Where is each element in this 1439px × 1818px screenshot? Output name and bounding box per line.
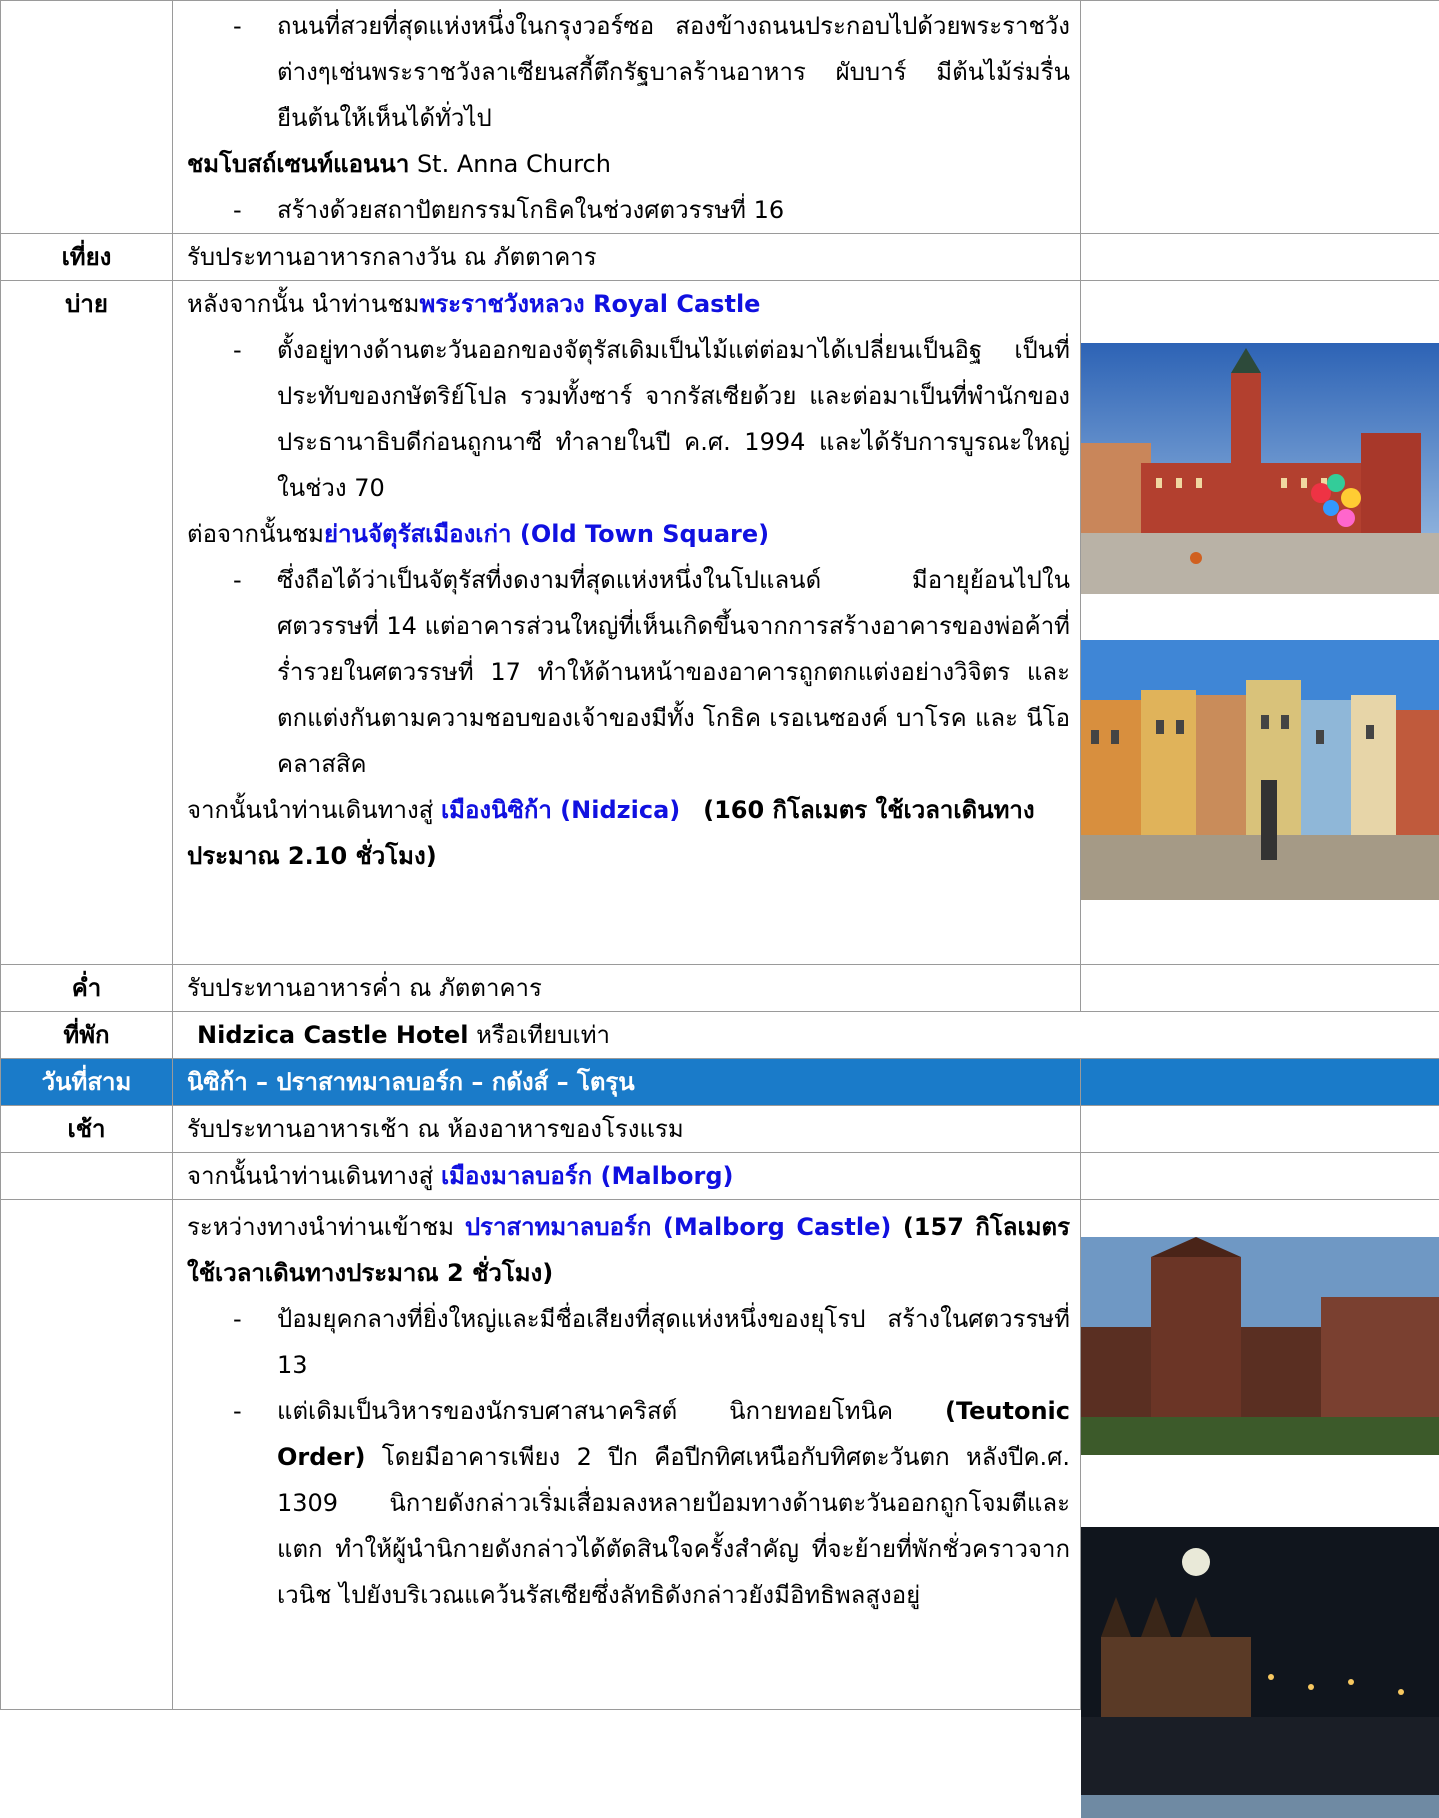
list-item: - ถนนที่สวยที่สุดแห่งหนึ่งในกรุงวอร์ซอ สอ…	[233, 12, 1070, 132]
day-route: นิซิก้า – ปราสาทมาลบอร์ก – กดังส์ – โตรุ…	[172, 1058, 1081, 1106]
content-cell: Nidzica Castle Hotel หรือเทียบเท่า	[172, 1011, 1439, 1059]
day-header-row: วันที่สาม นิซิก้า – ปราสาทมาลบอร์ก – กดั…	[0, 1058, 1439, 1106]
header-blank-cell	[1080, 1058, 1439, 1106]
royal-castle-photo	[1081, 343, 1439, 594]
image-cell	[1080, 233, 1439, 281]
content-cell: - ถนนที่สวยที่สุดแห่งหนึ่งในกรุงวอร์ซอ สอ…	[172, 0, 1081, 234]
list-item: - สร้างด้วยสถาปัตยกรรมโกธิคในช่วงศตวรรษที…	[233, 196, 785, 224]
table-row: ค่ำ รับประทานอาหารค่ำ ณ ภัตตาคาร	[0, 964, 1439, 1012]
content-cell: จากนั้นนำท่านเดินทางสู่ เมืองมาลบอร์ก (M…	[172, 1152, 1081, 1200]
day-label: วันที่สาม	[0, 1058, 173, 1106]
malbork-castle-day-photo	[1081, 1237, 1439, 1455]
travel-line: จากนั้นนำท่านเดินทางสู่ เมืองนิซิก้า (Ni…	[187, 796, 1035, 870]
attraction-line: ชมโบสถ์เซนท์แอนนา St. Anna Church	[187, 150, 611, 178]
list-item: - ตั้งอยู่ทางด้านตะวันออกของจัตุรัสเดิมเป…	[233, 336, 1070, 502]
content-cell: รับประทานอาหารค่ำ ณ ภัตตาคาร	[172, 964, 1081, 1012]
content-cell: หลังจากนั้น นำท่านชมพระราชวังหลวง Royal …	[172, 280, 1081, 965]
image-cell	[1080, 1105, 1439, 1153]
attraction-line: หลังจากนั้น นำท่านชมพระราชวังหลวง Royal …	[187, 290, 761, 318]
time-cell: เช้า	[0, 1105, 173, 1153]
content-cell: รับประทานอาหารเช้า ณ ห้องอาหารของโรงแรม	[172, 1105, 1081, 1153]
itinerary-page: - ถนนที่สวยที่สุดแห่งหนึ่งในกรุงวอร์ซอ สอ…	[0, 0, 1439, 1818]
image-cell	[1080, 0, 1439, 234]
time-cell: ค่ำ	[0, 964, 173, 1012]
old-town-square-photo	[1081, 640, 1439, 900]
table-row: จากนั้นนำท่านเดินทางสู่ เมืองมาลบอร์ก (M…	[0, 1152, 1439, 1200]
table-row: เช้า รับประทานอาหารเช้า ณ ห้องอาหารของโร…	[0, 1105, 1439, 1153]
time-cell: เที่ยง	[0, 233, 173, 281]
malbork-castle-night-photo	[1081, 1527, 1439, 1818]
list-item: - ซึ่งถือได้ว่าเป็นจัตุรัสที่งดงามที่สุดแ…	[233, 566, 1070, 778]
content-cell: รับประทานอาหารกลางวัน ณ ภัตตาคาร	[172, 233, 1081, 281]
attraction-line: ต่อจากนั้นชมย่านจัตุรัสเมืองเก่า (Old To…	[187, 520, 770, 548]
time-cell: บ่าย	[0, 280, 173, 965]
table-row: เที่ยง รับประทานอาหารกลางวัน ณ ภัตตาคาร	[0, 233, 1439, 281]
attraction-line: ระหว่างทางนำท่านเข้าชม ปราสาทมาลบอร์ก (M…	[187, 1213, 1071, 1287]
list-item: - แต่เดิมเป็นวิหารของนักรบศาสนาคริสต์ นิก…	[233, 1397, 1070, 1609]
time-cell	[0, 1152, 173, 1200]
table-row: - ถนนที่สวยที่สุดแห่งหนึ่งในกรุงวอร์ซอ สอ…	[0, 0, 1439, 234]
time-cell: ที่พัก	[0, 1011, 173, 1059]
image-cell	[1080, 964, 1439, 1012]
image-cell	[1080, 1152, 1439, 1200]
content-cell: ระหว่างทางนำท่านเข้าชม ปราสาทมาลบอร์ก (M…	[172, 1199, 1081, 1710]
list-item: - ป้อมยุคกลางที่ยิ่งใหญ่และมีชื่อเสียงที่…	[233, 1305, 1070, 1379]
table-row: ที่พัก Nidzica Castle Hotel หรือเทียบเท่…	[0, 1011, 1439, 1059]
time-cell	[0, 1199, 173, 1710]
time-cell	[0, 0, 173, 234]
